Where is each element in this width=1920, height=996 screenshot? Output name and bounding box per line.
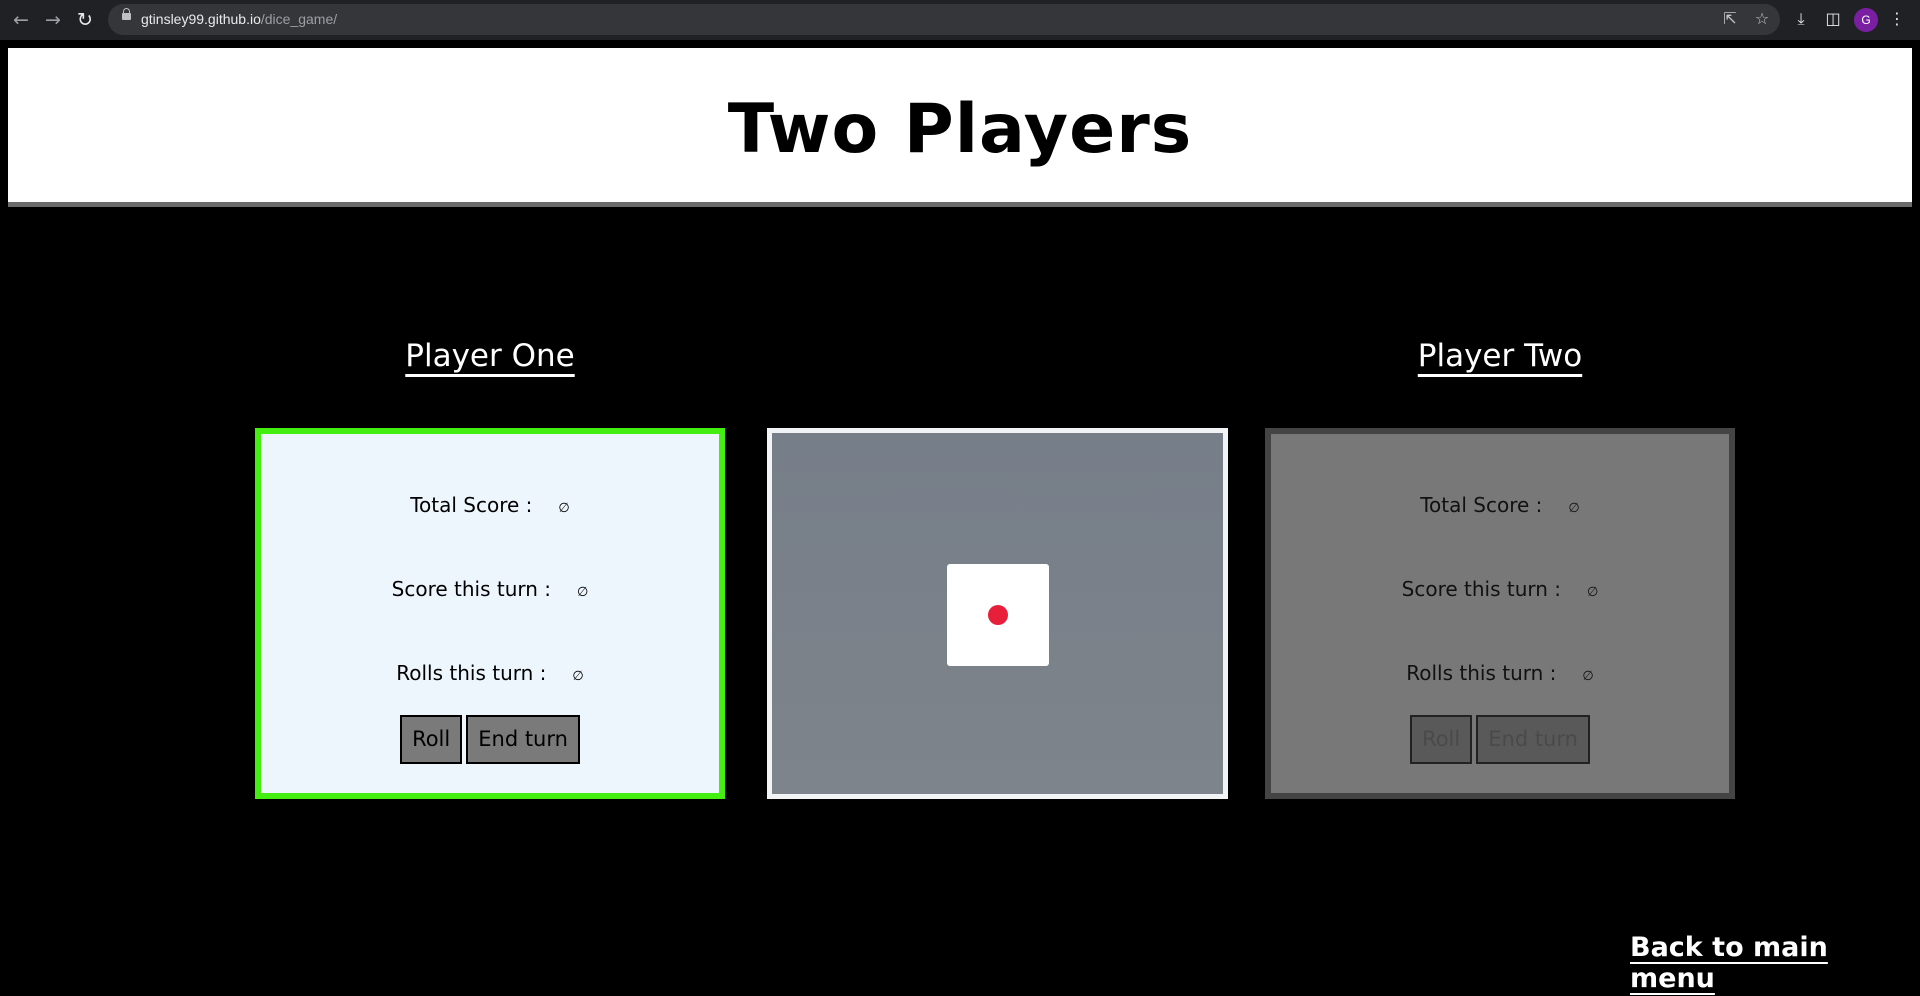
player-two-buttons: Roll End turn — [1271, 715, 1729, 764]
dice-area — [767, 428, 1228, 799]
turn-score: Score this turn : ∅ — [261, 577, 719, 601]
download-icon[interactable]: ⤓ — [1790, 8, 1812, 30]
player-two-heading-text: Player Two — [1417, 338, 1583, 374]
turn-score-label: Score this turn : — [1401, 577, 1562, 601]
back-arrow-icon[interactable]: ← — [8, 7, 34, 33]
turn-score-value: ∅ — [1587, 585, 1599, 600]
rolls-count-label: Rolls this turn : — [1406, 661, 1557, 685]
total-score: Total Score : ∅ — [1271, 493, 1729, 517]
kebab-menu-icon[interactable]: ⋮ — [1886, 8, 1908, 30]
player-one-heading-text: Player One — [405, 338, 575, 374]
player-one-heading: Player One — [255, 338, 725, 374]
star-icon[interactable]: ☆ — [1752, 9, 1772, 29]
address-bar[interactable]: gtinsley99.github.io/dice_game/ ⇱ ☆ — [108, 4, 1780, 35]
player-two-heading: Player Two — [1265, 338, 1735, 374]
browser-toolbar: ← → ↻ gtinsley99.github.io/dice_game/ ⇱ … — [0, 0, 1920, 40]
forward-arrow-icon[interactable]: → — [40, 7, 66, 33]
share-icon[interactable]: ⇱ — [1720, 9, 1740, 29]
rolls-count-value: ∅ — [1582, 669, 1594, 684]
roll-button[interactable]: Roll — [400, 715, 463, 764]
total-score-value: ∅ — [1568, 501, 1580, 516]
end-turn-button[interactable]: End turn — [466, 715, 580, 764]
turn-score: Score this turn : ∅ — [1271, 577, 1729, 601]
total-score-value: ∅ — [558, 501, 570, 516]
die — [947, 564, 1049, 666]
total-score: Total Score : ∅ — [261, 493, 719, 517]
end-turn-button[interactable]: End turn — [1476, 715, 1590, 764]
rolls-count-value: ∅ — [572, 669, 584, 684]
total-score-label: Total Score : — [1420, 493, 1543, 517]
page-header: Two Players — [8, 48, 1912, 207]
total-score-label: Total Score : — [410, 493, 533, 517]
rolls-count-label: Rolls this turn : — [396, 661, 547, 685]
rolls-count: Rolls this turn : ∅ — [261, 661, 719, 685]
back-to-main-menu-link[interactable]: Back to main menu — [1630, 932, 1920, 994]
player-one-panel: Total Score : ∅ Score this turn : ∅ Rolls … — [255, 428, 725, 799]
profile-avatar[interactable]: G — [1854, 8, 1878, 32]
lock-icon[interactable] — [122, 8, 131, 20]
die-pip — [988, 605, 1008, 625]
player-one-buttons: Roll End turn — [261, 715, 719, 764]
roll-button[interactable]: Roll — [1410, 715, 1473, 764]
turn-score-label: Score this turn : — [391, 577, 552, 601]
page-title: Two Players — [727, 90, 1193, 169]
turn-score-value: ∅ — [577, 585, 589, 600]
url-text[interactable]: gtinsley99.github.io/dice_game/ — [141, 11, 337, 27]
side-panel-icon[interactable]: ◫ — [1822, 8, 1844, 30]
player-two-panel: Total Score : ∅ Score this turn : ∅ Rolls … — [1265, 428, 1735, 799]
reload-icon[interactable]: ↻ — [72, 7, 98, 33]
rolls-count: Rolls this turn : ∅ — [1271, 661, 1729, 685]
